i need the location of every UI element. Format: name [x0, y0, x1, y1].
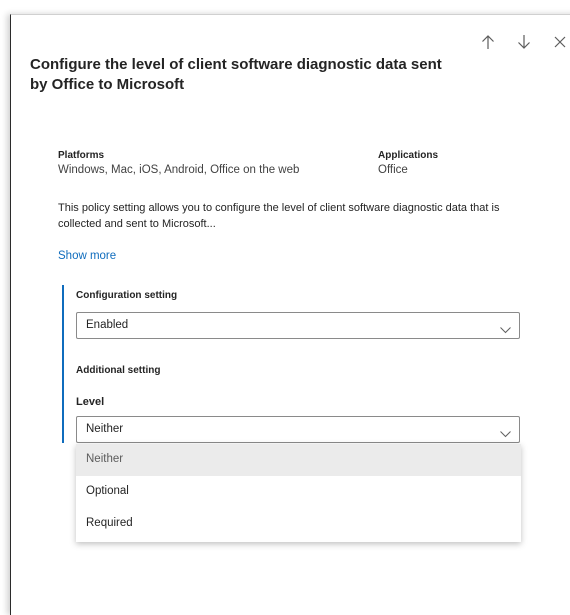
panel-title: Configure the level of client software d… [30, 56, 442, 93]
applications-label: Applications [378, 150, 439, 161]
level-option-label: Optional [86, 485, 129, 497]
configuration-setting-select[interactable]: Enabled [76, 312, 520, 339]
chevron-down-icon [500, 425, 511, 443]
level-option-label: Neither [86, 453, 124, 465]
level-value: Neither [86, 423, 124, 435]
show-more-link[interactable]: Show more [58, 250, 116, 262]
policy-description: This policy setting allows you to config… [58, 202, 500, 230]
panel-nav [477, 31, 570, 53]
configuration-setting-label: Configuration setting [76, 290, 178, 301]
configuration-setting-value: Enabled [86, 319, 129, 331]
platforms-label: Platforms [58, 150, 105, 161]
applications-value: Office [378, 164, 408, 176]
settings-accent-bar [62, 285, 64, 443]
level-option-required[interactable]: Required [76, 508, 521, 540]
level-option-optional[interactable]: Optional [76, 476, 521, 508]
chevron-down-icon [500, 321, 511, 339]
level-select[interactable]: Neither [76, 416, 520, 443]
arrow-up-icon[interactable] [477, 31, 499, 53]
close-icon[interactable] [549, 31, 570, 53]
level-label: Level [76, 396, 105, 408]
level-dropdown-list: Neither Optional Required [76, 444, 521, 542]
level-option-label: Required [86, 517, 133, 529]
platforms-value: Windows, Mac, iOS, Android, Office on th… [58, 164, 300, 176]
arrow-down-icon[interactable] [513, 31, 535, 53]
additional-setting-label: Additional setting [76, 365, 161, 376]
level-option-neither[interactable]: Neither [76, 444, 521, 476]
